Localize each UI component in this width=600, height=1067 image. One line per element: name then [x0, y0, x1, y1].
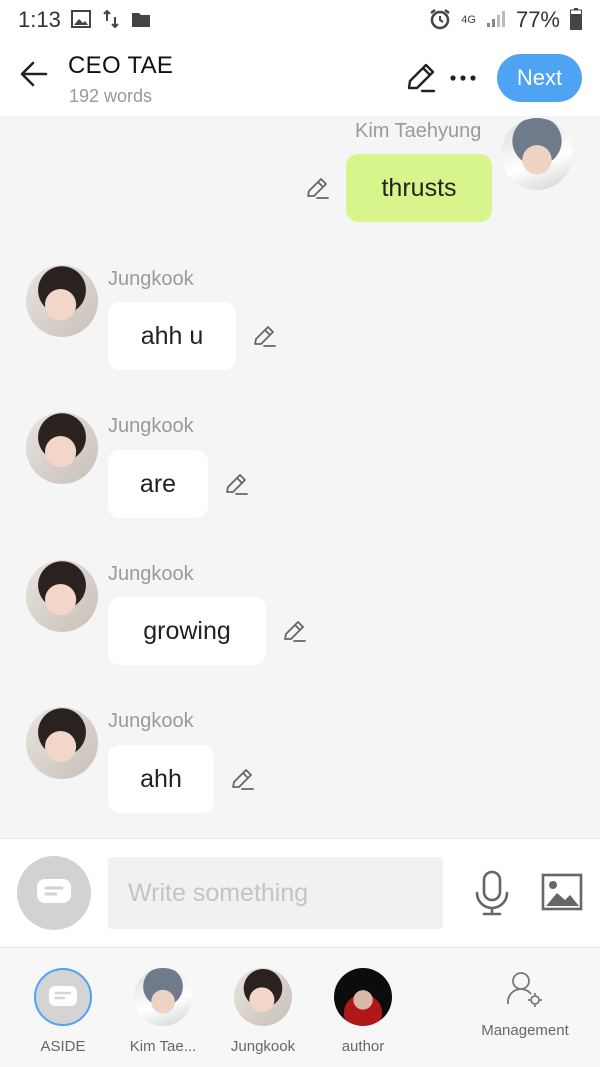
network-type-icon: 4G	[461, 13, 476, 26]
avatar	[334, 968, 392, 1026]
aside-chat-icon	[49, 986, 77, 1006]
avatar[interactable]	[26, 707, 98, 779]
message-bubble[interactable]: are	[108, 450, 208, 518]
management-button[interactable]: Management	[475, 970, 575, 1039]
management-label: Management	[481, 1022, 569, 1039]
signal-icon	[486, 10, 506, 31]
character-author[interactable]: author	[313, 968, 413, 1055]
character-kim-taehyung[interactable]: Kim Tae...	[113, 968, 213, 1055]
edit-title-icon[interactable]	[402, 60, 438, 96]
edit-message-icon[interactable]	[228, 765, 256, 793]
avatar[interactable]	[501, 118, 573, 190]
battery-percent: 77%	[515, 7, 560, 32]
chat-area[interactable]: Kim Taehyung thrusts Jungkook ahh u Jung…	[0, 116, 600, 838]
aside-toggle-button[interactable]	[17, 856, 91, 930]
edit-message-icon[interactable]	[222, 470, 250, 498]
status-right: 4G 77%	[429, 7, 582, 33]
message-input[interactable]	[108, 857, 443, 929]
story-title: CEO TAE	[68, 52, 174, 79]
character-aside[interactable]: ASIDE	[13, 968, 113, 1055]
header: CEO TAE 192 words Next	[0, 40, 600, 116]
word-count: 192 words	[69, 86, 153, 106]
user-settings-icon	[507, 972, 542, 1007]
alarm-icon	[429, 8, 451, 33]
avatar[interactable]	[26, 560, 98, 632]
message-bubble[interactable]: growing	[108, 597, 266, 665]
folder-notification-icon	[131, 10, 151, 31]
gallery-notification-icon	[70, 9, 91, 31]
character-bar: ASIDE Kim Tae... Jungkook author Managem…	[0, 948, 600, 1067]
character-label: ASIDE	[40, 1038, 86, 1055]
edit-message-icon[interactable]	[280, 617, 308, 645]
composer	[0, 838, 600, 948]
message-sender: Jungkook	[108, 710, 194, 732]
message-sender: Jungkook	[108, 415, 194, 437]
image-upload-icon[interactable]	[541, 873, 583, 911]
message-sender: Jungkook	[108, 563, 194, 585]
avatar	[234, 968, 292, 1026]
character-label: Kim Tae...	[129, 1038, 197, 1055]
status-bar: 1:13 4G 77%	[0, 0, 600, 40]
edit-message-icon[interactable]	[303, 174, 331, 202]
microphone-icon[interactable]	[472, 869, 512, 917]
status-time: 1:13	[18, 7, 61, 32]
message-sender: Jungkook	[108, 268, 194, 290]
character-jungkook[interactable]: Jungkook	[213, 968, 313, 1055]
avatar	[134, 968, 192, 1026]
next-button[interactable]: Next	[497, 54, 582, 102]
aside-chat-icon	[37, 879, 71, 903]
status-left: 1:13	[18, 7, 151, 33]
transfer-notification-icon	[101, 9, 121, 32]
message-bubble[interactable]: thrusts	[346, 154, 492, 222]
edit-message-icon[interactable]	[250, 322, 278, 350]
avatar[interactable]	[26, 265, 98, 337]
character-label: author	[341, 1038, 385, 1055]
character-label: Jungkook	[230, 1038, 296, 1055]
more-options-icon[interactable]	[446, 60, 480, 96]
aside-avatar	[34, 968, 92, 1026]
message-bubble[interactable]: ahh	[108, 745, 214, 813]
back-arrow-icon[interactable]	[14, 54, 54, 94]
message-sender: Kim Taehyung	[355, 120, 482, 142]
message-bubble[interactable]: ahh u	[108, 302, 236, 370]
avatar[interactable]	[26, 412, 98, 484]
battery-icon	[570, 7, 582, 33]
